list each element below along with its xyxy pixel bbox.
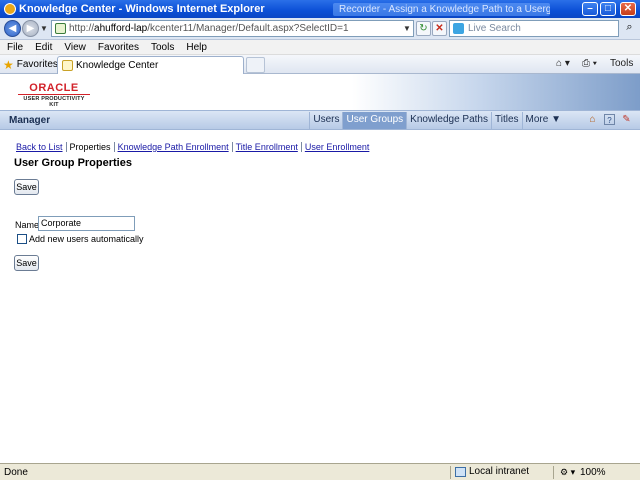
- nav-user-groups[interactable]: User Groups: [342, 112, 407, 129]
- tab-properties: Properties: [65, 142, 114, 152]
- menu-view[interactable]: View: [59, 42, 91, 53]
- protected-mode-icon[interactable]: ⚙ ▾: [560, 467, 575, 478]
- save-button-top[interactable]: Save: [14, 179, 39, 195]
- home-icon[interactable]: ⌂: [587, 114, 598, 125]
- tab-knowledge-center[interactable]: Knowledge Center: [57, 56, 244, 74]
- nav-knowledge-paths[interactable]: Knowledge Paths: [406, 112, 491, 129]
- name-label: Name: [15, 220, 40, 230]
- tab-title: Knowledge Center: [76, 60, 159, 71]
- close-button[interactable]: ✕: [620, 2, 636, 16]
- stop-icon[interactable]: ✕: [432, 21, 447, 36]
- menu-file[interactable]: File: [2, 42, 28, 53]
- window-title: Knowledge Center - Windows Internet Expl…: [19, 3, 265, 15]
- status-text: Done: [4, 467, 28, 478]
- favorites-button[interactable]: ★ Favorites: [3, 57, 58, 72]
- back-to-list-link[interactable]: Back to List: [16, 142, 66, 152]
- product-name: USER PRODUCTIVITY KIT: [23, 96, 85, 108]
- page-icon: [62, 60, 73, 71]
- home-icon[interactable]: ⌂ ▾: [556, 58, 570, 69]
- refresh-icon[interactable]: ↻: [416, 21, 431, 36]
- address-row: ◀ ▶ ▼ http://ahufford-lap/kcenter11/Mana…: [0, 18, 640, 40]
- search-input[interactable]: Live Search: [468, 23, 618, 34]
- menu-favorites[interactable]: Favorites: [93, 42, 144, 53]
- save-button-bottom[interactable]: Save: [14, 255, 39, 271]
- star-icon: ★: [3, 57, 14, 72]
- name-field[interactable]: Corporate: [38, 216, 135, 231]
- nav-band: Manager Users User Groups Knowledge Path…: [0, 110, 640, 130]
- nav-icons: ⌂ ? ✎: [587, 114, 632, 125]
- live-search-icon: [453, 23, 464, 34]
- zoom-level[interactable]: 100%: [580, 467, 606, 478]
- oracle-upk-logo: ORACLE USER PRODUCTIVITY KIT: [18, 82, 90, 108]
- address-url[interactable]: http://ahufford-lap/kcenter11/Manager/De…: [69, 23, 401, 34]
- nav-titles[interactable]: Titles: [491, 112, 522, 129]
- page-title: User Group Properties: [14, 157, 132, 169]
- window-title-bar: Knowledge Center - Windows Internet Expl…: [0, 0, 640, 18]
- status-divider: [450, 466, 451, 479]
- security-zone[interactable]: Local intranet: [455, 466, 529, 477]
- tab-knowledge-path-enrollment[interactable]: Knowledge Path Enrollment: [113, 142, 232, 152]
- nav-more[interactable]: More ▼: [521, 112, 564, 129]
- menu-bar: File Edit View Favorites Tools Help: [0, 40, 640, 55]
- favorites-bar: ★ Favorites Knowledge Center ⌂ ▾ ⎙ ▾ Too…: [0, 55, 640, 74]
- tab-title-enrollment[interactable]: Title Enrollment: [231, 142, 301, 152]
- page-content: ORACLE USER PRODUCTIVITY KIT Manager Use…: [0, 74, 640, 463]
- help-icon[interactable]: ?: [604, 114, 615, 125]
- oracle-logo-text: ORACLE: [18, 82, 90, 95]
- section-title: Manager: [9, 115, 51, 126]
- address-dropdown-icon[interactable]: ▼: [401, 24, 413, 33]
- page-icon: [55, 23, 66, 34]
- intranet-icon: [455, 466, 466, 477]
- auto-add-label: Add new users automatically: [29, 234, 144, 244]
- nav-users[interactable]: Users: [309, 112, 342, 129]
- search-box[interactable]: Live Search: [449, 20, 619, 37]
- zone-label: Local intranet: [469, 466, 530, 477]
- auto-add-checkbox[interactable]: [17, 234, 27, 244]
- menu-edit[interactable]: Edit: [30, 42, 57, 53]
- tools-menu[interactable]: Tools: [610, 58, 633, 69]
- tools-icon[interactable]: ✎: [621, 114, 632, 125]
- menu-tools[interactable]: Tools: [146, 42, 179, 53]
- tab-user-enrollment[interactable]: User Enrollment: [300, 142, 373, 152]
- favorites-label: Favorites: [16, 59, 58, 70]
- sub-navigation: Back to List Properties Knowledge Path E…: [16, 142, 372, 152]
- nav-links: Users User Groups Knowledge Paths Titles…: [309, 112, 564, 129]
- history-dropdown-icon[interactable]: ▼: [40, 24, 48, 33]
- minimize-button[interactable]: –: [582, 2, 598, 16]
- back-arrow-icon[interactable]: ◀: [4, 20, 21, 37]
- address-bar[interactable]: http://ahufford-lap/kcenter11/Manager/De…: [51, 20, 414, 37]
- status-divider: [553, 466, 554, 479]
- app-header: ORACLE USER PRODUCTIVITY KIT: [0, 74, 640, 110]
- taskbar-recorder-tab[interactable]: Recorder - Assign a Knowledge Path to a …: [333, 3, 550, 16]
- search-go-icon[interactable]: ⌕: [622, 21, 637, 36]
- new-tab-button[interactable]: [246, 57, 265, 73]
- status-bar: Done Local intranet ⚙ ▾ 100%: [0, 463, 640, 480]
- menu-help[interactable]: Help: [181, 42, 212, 53]
- ie-icon: [4, 3, 16, 15]
- forward-arrow-icon[interactable]: ▶: [22, 20, 39, 37]
- maximize-button[interactable]: □: [600, 2, 616, 16]
- print-icon[interactable]: ⎙ ▾: [582, 58, 597, 69]
